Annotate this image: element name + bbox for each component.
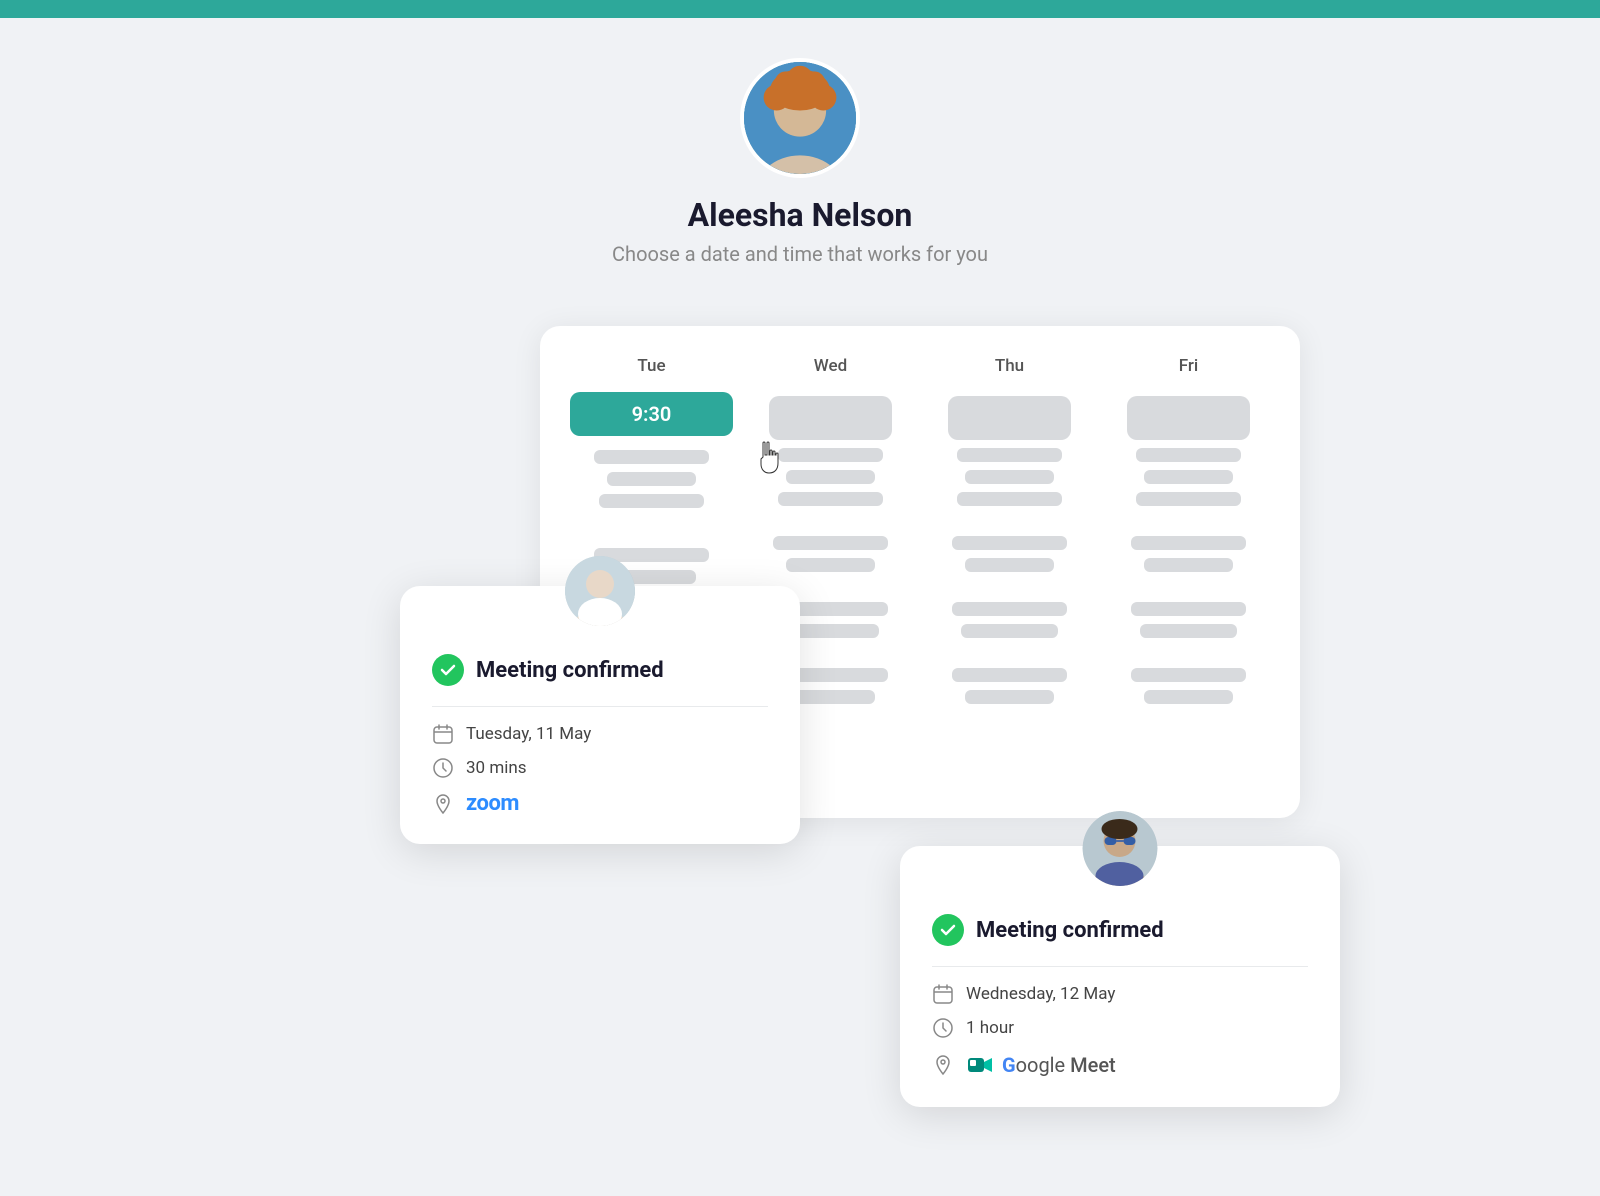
- day-header-wed: Wed: [814, 356, 847, 376]
- thu-placeholders: [928, 396, 1091, 704]
- ph: [786, 470, 876, 484]
- main-container: Aleesha Nelson Choose a date and time th…: [0, 18, 1600, 1196]
- ph: [1144, 558, 1234, 572]
- ph: [599, 494, 705, 508]
- card-details-right: Wednesday, 12 May 1 hour: [932, 983, 1308, 1079]
- ph: [948, 396, 1070, 440]
- ph: [1136, 492, 1242, 506]
- check-icon-left: [432, 654, 464, 686]
- ph: [1136, 448, 1242, 462]
- day-col-fri: Fri: [1107, 356, 1270, 788]
- zoom-logo: zoom: [466, 791, 519, 816]
- fri-placeholders: [1107, 396, 1270, 704]
- card-header-left: Meeting confirmed: [432, 654, 768, 686]
- date-row-right: Wednesday, 12 May: [932, 983, 1308, 1005]
- calendar-icon-right: [932, 983, 954, 1005]
- google-oogle: oogle: [1016, 1053, 1066, 1077]
- duration-row-right: 1 hour: [932, 1017, 1308, 1039]
- location-icon-left: [432, 793, 454, 815]
- check-icon-right: [932, 914, 964, 946]
- host-avatar: [740, 58, 860, 178]
- date-text-right: Wednesday, 12 May: [966, 984, 1115, 1004]
- host-subtitle: Choose a date and time that works for yo…: [612, 242, 988, 266]
- google-meet-logo: Google Meet: [966, 1051, 1116, 1079]
- clock-icon-left: [432, 757, 454, 779]
- ph: [965, 690, 1055, 704]
- card-header-right: Meeting confirmed: [932, 914, 1308, 946]
- day-col-thu: Thu: [928, 356, 1091, 788]
- location-row-left: zoom: [432, 791, 768, 816]
- divider-right: [932, 966, 1308, 967]
- google-g: G: [1002, 1053, 1016, 1077]
- card-title-left: Meeting confirmed: [476, 658, 664, 683]
- top-bar: [0, 0, 1600, 18]
- ph: [952, 602, 1066, 616]
- meet-text: Meet: [1065, 1053, 1116, 1077]
- ph: [778, 492, 884, 506]
- card-avatar-right: [1083, 811, 1158, 886]
- ph: [957, 448, 1063, 462]
- ph: [769, 396, 891, 440]
- date-row-left: Tuesday, 11 May: [432, 723, 768, 745]
- ph: [773, 536, 887, 550]
- divider-left: [432, 706, 768, 707]
- ph: [607, 472, 697, 486]
- timeslot-label-tue-930: 9:30: [632, 402, 672, 426]
- card-avatar-left: [565, 556, 635, 626]
- timeslot-tue-930[interactable]: 9:30: [570, 392, 733, 436]
- ph: [1131, 536, 1245, 550]
- ph: [594, 450, 708, 464]
- location-icon-right: [932, 1054, 954, 1076]
- card-title-right: Meeting confirmed: [976, 918, 1164, 943]
- date-text-left: Tuesday, 11 May: [466, 724, 591, 744]
- calendar-icon-left: [432, 723, 454, 745]
- day-header-tue: Tue: [637, 356, 665, 376]
- ph: [1140, 624, 1238, 638]
- scene: Meeting confirmed Tuesday, 11 May: [200, 326, 1400, 818]
- header: Aleesha Nelson Choose a date and time th…: [612, 58, 988, 266]
- ph: [952, 668, 1066, 682]
- duration-text-right: 1 hour: [966, 1018, 1014, 1038]
- card-details-left: Tuesday, 11 May 30 mins zoom: [432, 723, 768, 816]
- ph: [778, 448, 884, 462]
- host-name: Aleesha Nelson: [688, 196, 913, 234]
- ph: [1131, 602, 1245, 616]
- google-meet-text: Google Meet: [1002, 1053, 1116, 1077]
- ph: [1131, 668, 1245, 682]
- ph: [1127, 396, 1249, 440]
- confirmation-card-left: Meeting confirmed Tuesday, 11 May: [400, 586, 800, 844]
- ph: [957, 492, 1063, 506]
- day-header-fri: Fri: [1179, 356, 1199, 376]
- gmeet-icon-svg: [966, 1051, 994, 1079]
- ph: [961, 624, 1059, 638]
- ph: [1144, 470, 1234, 484]
- confirmation-card-right: Meeting confirmed Wednesday, 12 May: [900, 846, 1340, 1107]
- duration-text-left: 30 mins: [466, 758, 527, 778]
- ph: [965, 558, 1055, 572]
- ph: [965, 470, 1055, 484]
- ph: [1144, 690, 1234, 704]
- ph: [952, 536, 1066, 550]
- ph: [786, 558, 876, 572]
- duration-row-left: 30 mins: [432, 757, 768, 779]
- day-header-thu: Thu: [995, 356, 1024, 376]
- clock-icon-right: [932, 1017, 954, 1039]
- location-row-right: Google Meet: [932, 1051, 1308, 1079]
